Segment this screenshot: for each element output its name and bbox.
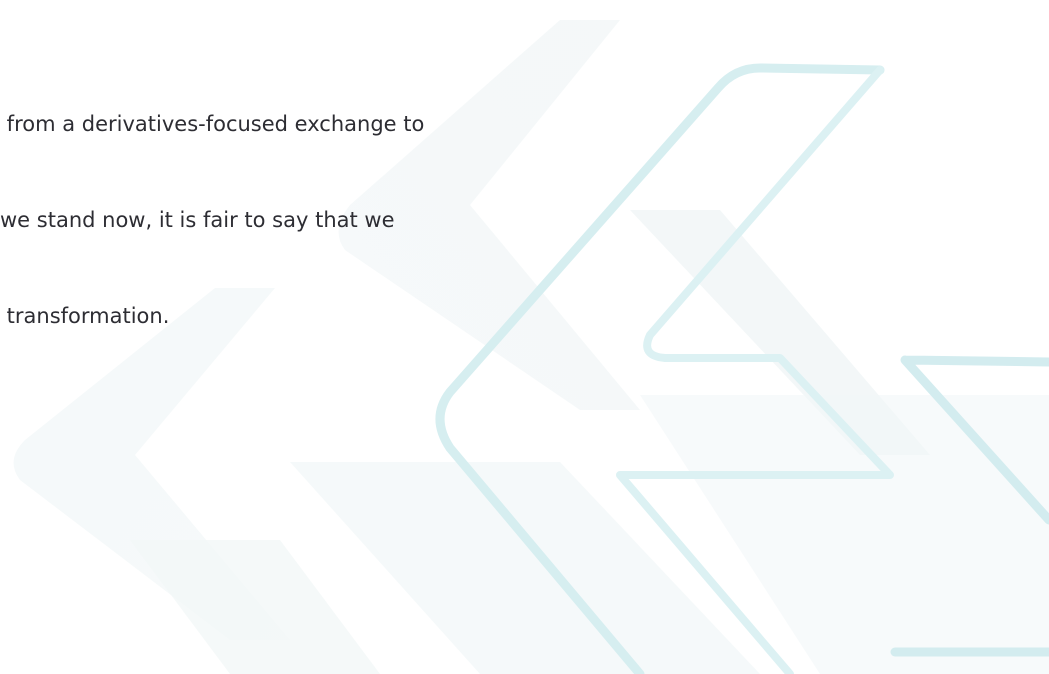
- chevron-shape-middle-lower: [290, 462, 760, 674]
- body-paragraph: from a derivatives-focused exchange to w…: [0, 44, 520, 396]
- chevron-shape-left-inner: [130, 540, 380, 674]
- paragraph-line-3: transformation.: [0, 304, 170, 328]
- paragraph-line-2: we stand now, it is fair to say that we: [0, 208, 395, 232]
- document-page: from a derivatives-focused exchange to w…: [0, 0, 1049, 674]
- paragraph-line-1: from a derivatives-focused exchange to: [0, 112, 425, 136]
